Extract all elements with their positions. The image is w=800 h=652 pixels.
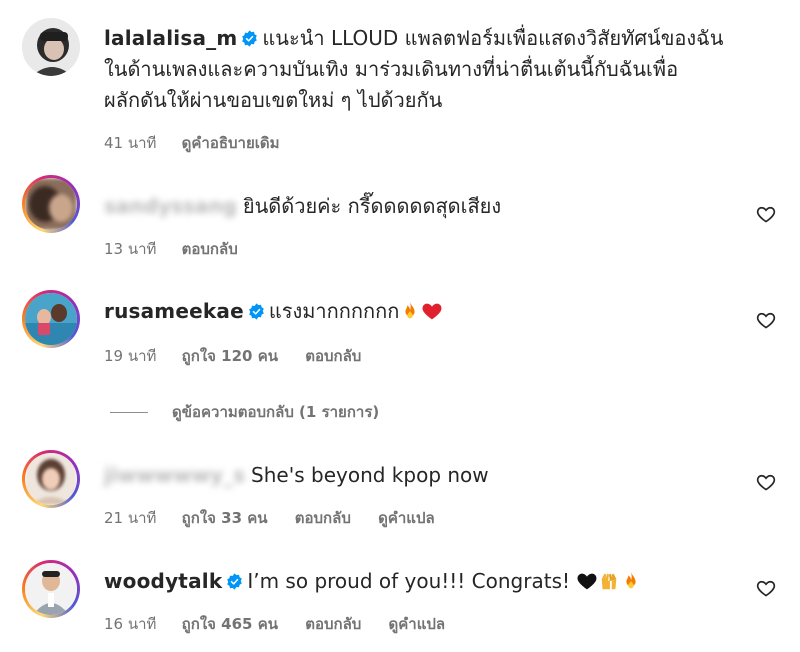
verified-badge-icon (249, 303, 264, 320)
likes-count[interactable]: ถูกใจ 33 คน (182, 509, 268, 527)
comment-text: แรงมากกกกกก (268, 299, 400, 323)
reply-button[interactable]: ตอบกลับ (305, 347, 361, 365)
comments-panel: lalalalisa_m แนะนำ LLOUD แพลตฟอร์มเพื่อแส… (0, 0, 800, 652)
caption-meta: 41 นาที ดูคำอธิบายเดิม (104, 131, 302, 155)
comment-body: rusameekae แรงมากกกกกก (104, 296, 740, 327)
heart-outline-icon[interactable] (756, 578, 776, 598)
verified-badge-icon (242, 30, 258, 47)
red-heart-emoji (422, 303, 442, 320)
comment-meta: 16 นาที ถูกใจ 465 คน ตอบกลับ ดูคำแปล (104, 612, 467, 636)
comment-username[interactable]: jiwwwwwy_s (104, 460, 245, 491)
likes-count[interactable]: ถูกใจ 465 คน (182, 615, 278, 633)
fire-emoji (405, 301, 415, 319)
comment-meta: 21 นาที ถูกใจ 33 คน ตอบกลับ ดูคำแปล (104, 506, 457, 530)
see-original-button[interactable]: ดูคำอธิบายเดิม (182, 134, 280, 152)
heart-outline-icon[interactable] (756, 472, 776, 492)
translate-button[interactable]: ดูคำแปล (389, 615, 446, 633)
comment-body: woodytalk I’m so proud of you!!! Congrats… (104, 566, 740, 597)
reply-button[interactable]: ตอบกลับ (305, 615, 361, 633)
caption-username[interactable]: lalalalisa_m (104, 26, 237, 50)
comment-body: sandyssang ยินดีด้วยค่ะ กรี๊ดดดดดสุดเสียง (104, 191, 740, 222)
avatar-photo-icon (25, 453, 77, 505)
comment-text: ยินดีด้วยค่ะ กรี๊ดดดดดสุดเสียง (242, 194, 502, 218)
comment-meta: 13 นาที ตอบกลับ (104, 237, 260, 261)
comment-time[interactable]: 19 นาที (104, 347, 156, 365)
avatar-photo-icon (25, 178, 77, 230)
avatar[interactable] (22, 450, 80, 508)
comment-username[interactable]: sandyssang (104, 191, 237, 222)
comment-text: She's beyond kpop now (251, 463, 489, 487)
comment-text: I’m so proud of you!!! Congrats! (247, 569, 571, 593)
comment-username[interactable]: rusameekae (104, 299, 244, 323)
caption-line-3: ผลักดันให้ผ่านขอบเขตใหม่ ๆ ไปด้วยกัน (104, 88, 443, 112)
comment-time[interactable]: 16 นาที (104, 615, 156, 633)
likes-count[interactable]: ถูกใจ 120 คน (182, 347, 278, 365)
avatar-photo-icon (25, 293, 77, 345)
fire-emoji (626, 571, 636, 589)
caption-text: lalalalisa_m แนะนำ LLOUD แพลตฟอร์มเพื่อแส… (104, 23, 740, 116)
comment-time[interactable]: 13 นาที (104, 240, 156, 258)
verified-badge-icon (227, 573, 243, 590)
comment-time[interactable]: 21 นาที (104, 509, 156, 527)
comment-body: jiwwwwwy_s She's beyond kpop now (104, 460, 740, 491)
raising-hands-emoji (602, 573, 617, 590)
reply-button[interactable]: ตอบกลับ (182, 240, 238, 258)
avatar[interactable] (22, 560, 80, 618)
avatar[interactable] (22, 18, 80, 76)
comment-username[interactable]: woodytalk (104, 569, 222, 593)
avatar[interactable] (22, 290, 80, 348)
caption-line-2: ในด้านเพลงและความบันเทิง มาร่วมเดินทางที… (104, 57, 679, 81)
view-replies-button[interactable]: ดูข้อความตอบกลับ (1 รายการ) (110, 400, 379, 424)
comment-meta: 19 นาที ถูกใจ 120 คน ตอบกลับ (104, 344, 383, 368)
translate-button[interactable]: ดูคำแปล (378, 509, 435, 527)
avatar-photo-icon (22, 18, 80, 76)
black-heart-emoji (577, 573, 597, 590)
avatar[interactable] (22, 175, 80, 233)
caption-time[interactable]: 41 นาที (104, 134, 156, 152)
heart-outline-icon[interactable] (756, 310, 776, 330)
avatar-photo-icon (25, 563, 77, 615)
replies-divider (110, 412, 148, 413)
heart-outline-icon[interactable] (756, 204, 776, 224)
reply-button[interactable]: ตอบกลับ (295, 509, 351, 527)
caption-line-1: lalalalisa_m แนะนำ LLOUD แพลตฟอร์มเพื่อแส… (104, 26, 724, 50)
